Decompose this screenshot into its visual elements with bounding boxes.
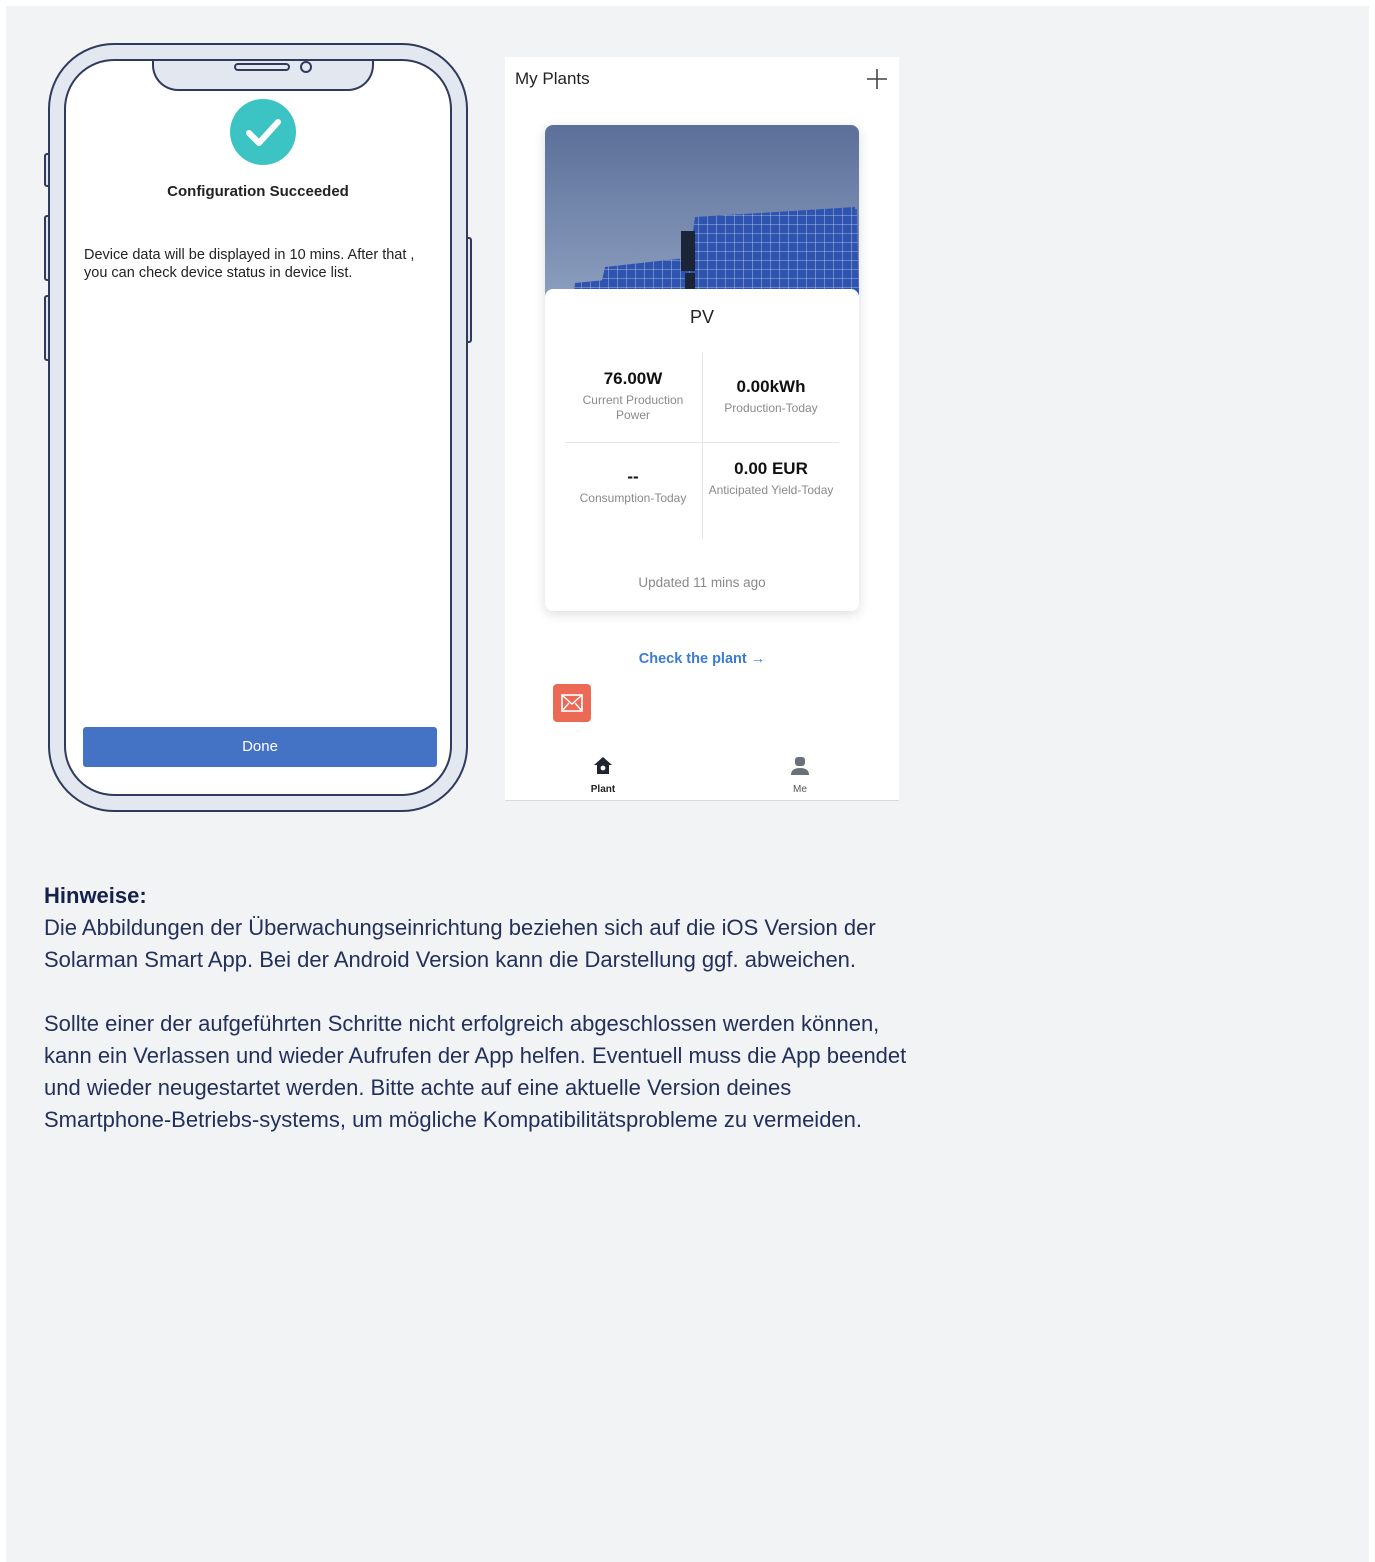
stat-current-power: 76.00W Current Production Power (564, 369, 702, 423)
user-icon (791, 757, 809, 775)
phone-frame: Configuration Succeeded Device data will… (44, 43, 472, 812)
stat-value: 76.00W (603, 369, 663, 388)
phone-notch (152, 61, 374, 91)
notes-heading: Hinweise: (44, 883, 147, 908)
stat-value: -- (627, 467, 639, 486)
app-title: My Plants (515, 69, 590, 88)
check-plant-link[interactable]: Check the plant → (505, 651, 899, 667)
stat-yield-today: 0.00 EUR Anticipated Yield-Today (702, 459, 840, 498)
plant-photo (545, 125, 859, 303)
done-button[interactable]: Done (83, 727, 437, 767)
add-icon[interactable] (865, 67, 889, 91)
notes-paragraph: Sollte einer der aufgeführten Schritte n… (44, 1011, 907, 1132)
plant-card-body: PV 76.00W Current Production Power 0.00k… (545, 289, 859, 611)
speaker-icon (234, 63, 290, 71)
stat-label: Anticipated Yield-Today (708, 483, 834, 497)
tab-label: Me (793, 784, 807, 795)
phone-side-button (44, 215, 50, 281)
stat-label: Consumption-Today (579, 491, 687, 505)
stat-production-today: 0.00kWh Production-Today (702, 377, 840, 416)
stats-divider (565, 442, 839, 443)
tab-plant[interactable]: Plant (573, 755, 633, 795)
notes-section: Hinweise: Die Abbildungen der Überwachun… (44, 880, 924, 1136)
camera-icon (300, 61, 312, 73)
success-check-icon (230, 99, 296, 165)
message-button[interactable] (553, 684, 591, 722)
stat-consumption-today: -- Consumption-Today (564, 467, 702, 506)
mail-icon (561, 694, 583, 712)
home-icon (594, 757, 612, 774)
phone-side-button (44, 153, 50, 187)
phone-screen: Configuration Succeeded Device data will… (64, 59, 452, 796)
phone-power-button (466, 237, 472, 343)
notes-paragraph: Die Abbildungen der Überwachungseinricht… (44, 915, 876, 972)
my-plants-screen: My Plants PV 76.00W Current Production P… (505, 57, 899, 801)
stat-label: Current Production Power (582, 393, 684, 422)
tab-label: Plant (590, 784, 616, 795)
stat-label: Production-Today (724, 401, 818, 415)
stat-value: 0.00 EUR (734, 459, 808, 478)
updated-timestamp: Updated 11 mins ago (638, 575, 766, 590)
tab-me[interactable]: Me (770, 755, 830, 795)
stat-value: 0.00kWh (736, 377, 806, 396)
config-title: Configuration Succeeded (167, 183, 349, 200)
plant-card[interactable]: PV 76.00W Current Production Power 0.00k… (545, 125, 859, 611)
plant-name: PV (689, 307, 714, 327)
config-message: Device data will be displayed in 10 mins… (84, 247, 415, 281)
phone-side-button (44, 295, 50, 361)
